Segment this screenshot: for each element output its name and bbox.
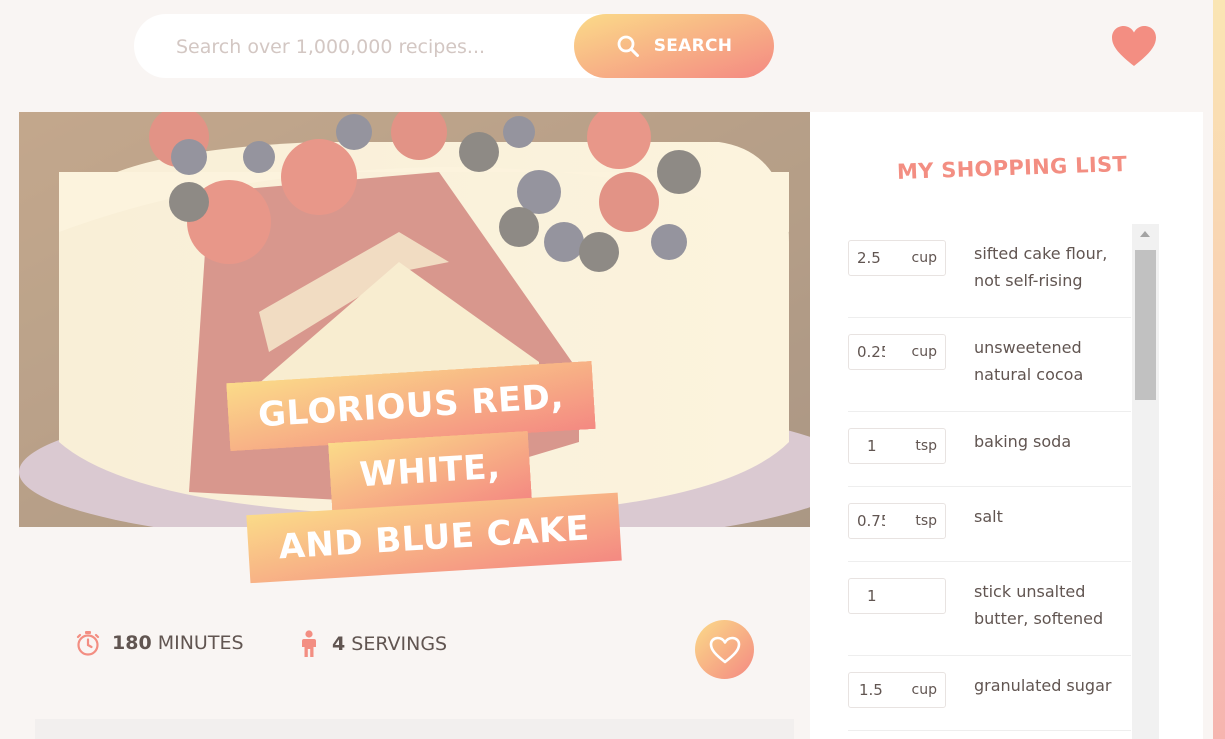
quantity-unit: tsp bbox=[915, 438, 937, 454]
quantity-input[interactable] bbox=[857, 512, 885, 530]
shopping-list-item: tsp baking soda bbox=[848, 412, 1131, 487]
ingredient-description: unsweetened natural cocoa bbox=[974, 338, 1084, 384]
scroll-up-arrow-icon[interactable] bbox=[1139, 230, 1151, 238]
heart-outline-icon bbox=[709, 636, 740, 663]
shopping-list-panel: MY SHOPPING LIST cup sifted cake flour, … bbox=[810, 112, 1203, 739]
recipe-cooking-time: 180 MINUTES bbox=[76, 630, 244, 656]
ingredient-description: sifted cake flour, not self-rising bbox=[974, 244, 1108, 290]
ingredient-description: baking soda bbox=[974, 432, 1072, 451]
recipe-servings: 4 SERVINGS bbox=[298, 630, 447, 658]
shopping-list-item: tsp salt bbox=[848, 487, 1131, 562]
bookmark-recipe-button[interactable] bbox=[695, 620, 754, 679]
shopping-list-item: cup sifted cake flour, not self-rising bbox=[848, 224, 1131, 318]
quantity-unit: cup bbox=[911, 250, 937, 266]
shopping-list-item: cup unsweetened natural cocoa bbox=[848, 318, 1131, 412]
shopping-list-scrollbar[interactable] bbox=[1132, 224, 1159, 739]
shopping-list-item: cup granulated sugar bbox=[848, 656, 1131, 731]
quantity-unit: cup bbox=[911, 344, 937, 360]
ingredient-description: stick unsalted butter, softened bbox=[974, 582, 1104, 628]
bookmarks-heart-icon[interactable] bbox=[1110, 24, 1158, 68]
section-divider bbox=[35, 719, 794, 739]
cooking-time-unit: MINUTES bbox=[157, 632, 244, 654]
quantity-input[interactable] bbox=[867, 437, 895, 455]
shopping-list-title: MY SHOPPING LIST bbox=[896, 151, 1128, 185]
search-button[interactable]: SEARCH bbox=[574, 14, 774, 78]
ingredient-description: salt bbox=[974, 507, 1003, 526]
quantity-input[interactable] bbox=[859, 681, 887, 699]
stopwatch-icon bbox=[76, 631, 100, 656]
ingredient-description: granulated sugar bbox=[974, 676, 1112, 695]
quantity-field: tsp bbox=[848, 428, 946, 464]
person-icon bbox=[302, 630, 316, 657]
shopping-list-item: stick unsalted butter, softened bbox=[848, 562, 1131, 656]
header: SEARCH bbox=[0, 0, 1213, 112]
quantity-field: cup bbox=[848, 672, 946, 708]
cooking-time-value: 180 bbox=[112, 632, 152, 654]
quantity-input[interactable] bbox=[867, 587, 895, 605]
quantity-input[interactable] bbox=[857, 249, 885, 267]
scrollbar-thumb[interactable] bbox=[1135, 250, 1156, 400]
quantity-field: cup bbox=[848, 240, 946, 276]
quantity-field bbox=[848, 578, 946, 614]
search-button-label: SEARCH bbox=[653, 36, 733, 56]
page-edge-gradient bbox=[1213, 0, 1225, 739]
quantity-input[interactable] bbox=[857, 343, 885, 361]
recipe-title-line-1: GLORIOUS RED, WHITE, bbox=[226, 360, 596, 512]
servings-value: 4 bbox=[332, 633, 346, 655]
search-form: SEARCH bbox=[134, 14, 774, 80]
quantity-field: tsp bbox=[848, 503, 946, 539]
quantity-unit: cup bbox=[911, 682, 937, 698]
search-icon bbox=[617, 35, 639, 57]
servings-unit: SERVINGS bbox=[351, 633, 448, 655]
quantity-unit: tsp bbox=[915, 513, 937, 529]
quantity-field: cup bbox=[848, 334, 946, 370]
search-input[interactable] bbox=[174, 14, 568, 80]
recipe-title: GLORIOUS RED, WHITE, AND BLUE CAKE bbox=[174, 357, 685, 586]
shopping-list: cup sifted cake flour, not self-rising c… bbox=[848, 224, 1131, 731]
